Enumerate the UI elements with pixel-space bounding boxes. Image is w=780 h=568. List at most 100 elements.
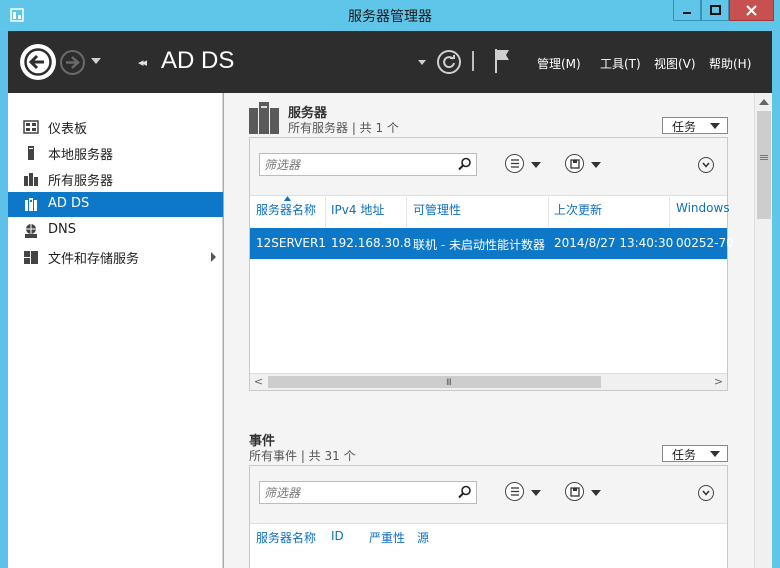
sidebar-item-label: 本地服务器 xyxy=(48,148,114,163)
scroll-right-icon[interactable]: > xyxy=(710,375,727,389)
search-icon[interactable] xyxy=(458,157,472,171)
file-storage-icon xyxy=(24,251,38,264)
close-button[interactable] xyxy=(729,0,774,21)
column-header-id[interactable]: ID xyxy=(331,529,344,543)
table-row[interactable]: 12SERVER1 192.168.30.8 联机 - 未启动性能计数器 201… xyxy=(250,228,734,259)
window-frame-right xyxy=(772,31,780,568)
breadcrumb-arrows: ◂◂ xyxy=(138,56,147,69)
sidebar-item-label: 文件和存储服务 xyxy=(48,252,140,267)
main-content: 服务器 所有服务器 | 共 1 个 任务 服务器 xyxy=(224,93,754,568)
sidebar-item-all-servers[interactable]: 所有服务器 xyxy=(8,166,223,191)
cell-windows: 00252-70 xyxy=(676,236,734,250)
vertical-scrollbar[interactable] xyxy=(754,93,772,568)
app-header: ◂◂ AD DS 管理(M) 工具(T) 视图(V) 帮助(H) xyxy=(8,31,772,93)
servers-save-query-button[interactable] xyxy=(565,154,584,173)
column-divider xyxy=(548,197,549,227)
events-panel: 服务器名称 ID 严重性 源 xyxy=(249,465,728,568)
servers-panel: 服务器名称 IPv4 地址 可管理性 上次更新 Windows 12SERVER… xyxy=(249,137,734,391)
scroll-grip: III xyxy=(446,378,452,388)
scroll-thumb[interactable]: III xyxy=(268,376,601,388)
dropdown-arrow-icon xyxy=(710,451,720,457)
title-bar: 服务器管理器 xyxy=(0,0,780,31)
back-button[interactable] xyxy=(20,44,56,80)
column-header-severity[interactable]: 严重性 xyxy=(369,529,405,546)
list-options-dropdown-icon[interactable] xyxy=(531,162,541,168)
forward-button[interactable] xyxy=(60,50,85,75)
events-collapse-button[interactable] xyxy=(698,485,714,501)
dashboard-icon xyxy=(23,120,39,134)
servers-filter-input[interactable] xyxy=(260,154,450,175)
local-server-icon xyxy=(28,146,34,160)
sidebar-item-dns[interactable]: DNS xyxy=(8,218,223,243)
column-header-source[interactable]: 源 xyxy=(417,529,429,546)
maximize-icon xyxy=(709,5,721,15)
scroll-up-icon[interactable] xyxy=(759,99,769,105)
horizontal-scrollbar[interactable]: < III > xyxy=(250,373,727,390)
maximize-button[interactable] xyxy=(701,0,729,21)
dns-icon xyxy=(25,224,37,238)
cell-server-name: 12SERVER1 xyxy=(256,236,326,250)
menu-help[interactable]: 帮助(H) xyxy=(709,55,751,72)
cell-manageability: 联机 - 未启动性能计数器 xyxy=(413,238,545,252)
chevron-down-icon xyxy=(702,162,710,168)
sidebar-item-file-storage[interactable]: 文件和存储服务 xyxy=(8,244,223,269)
column-header-server-name[interactable]: 服务器名称 xyxy=(256,529,316,546)
cell-last-update: 2014/8/27 13:40:30 xyxy=(554,236,674,250)
dropdown-arrow-icon xyxy=(710,123,720,129)
column-header-ipv4[interactable]: IPv4 地址 xyxy=(331,201,384,218)
breadcrumb-dropdown-icon[interactable] xyxy=(418,60,426,65)
column-divider xyxy=(669,197,670,227)
cell-ipv4: 192.168.30.8 xyxy=(331,236,412,250)
menu-view[interactable]: 视图(V) xyxy=(654,55,696,72)
events-save-query-button[interactable] xyxy=(565,482,584,501)
list-icon xyxy=(510,159,519,168)
refresh-button[interactable] xyxy=(437,50,461,74)
all-servers-icon xyxy=(24,173,38,186)
close-icon xyxy=(746,4,757,16)
sidebar-item-label: DNS xyxy=(48,222,76,237)
header-divider xyxy=(472,51,474,71)
servers-collapse-button[interactable] xyxy=(698,157,714,173)
ad-ds-icon xyxy=(25,198,37,211)
events-section-subtitle: 所有事件 | 共 31 个 xyxy=(249,449,356,463)
save-icon xyxy=(569,158,580,169)
list-icon xyxy=(510,487,519,496)
notifications-flag-icon[interactable] xyxy=(493,48,511,74)
column-header-manageability[interactable]: 可管理性 xyxy=(413,201,461,218)
save-query-dropdown-icon[interactable] xyxy=(591,490,601,496)
servers-filter[interactable] xyxy=(259,153,477,176)
tasks-label: 任务 xyxy=(672,448,697,462)
list-options-dropdown-icon[interactable] xyxy=(531,490,541,496)
sidebar-item-dashboard[interactable]: 仪表板 xyxy=(8,114,223,139)
scroll-thumb[interactable] xyxy=(757,111,771,219)
chevron-down-icon xyxy=(702,490,710,496)
column-divider xyxy=(406,197,407,227)
history-dropdown-icon[interactable] xyxy=(91,58,101,64)
events-filter-input[interactable] xyxy=(260,482,450,503)
menu-manage[interactable]: 管理(M) xyxy=(537,55,581,72)
servers-list-options-button[interactable] xyxy=(505,154,524,173)
column-header-server-name[interactable]: 服务器名称 xyxy=(256,201,316,218)
scroll-grip-icon xyxy=(760,155,768,156)
scroll-left-icon[interactable]: < xyxy=(250,375,267,389)
window-title: 服务器管理器 xyxy=(348,9,432,25)
events-list-options-button[interactable] xyxy=(505,482,524,501)
save-icon xyxy=(569,486,580,497)
sidebar-item-label: AD DS xyxy=(48,196,90,211)
expand-arrow-icon[interactable] xyxy=(211,252,216,262)
sidebar-item-local-server[interactable]: 本地服务器 xyxy=(8,140,223,165)
save-query-dropdown-icon[interactable] xyxy=(591,162,601,168)
events-tasks-dropdown[interactable]: 任务 xyxy=(662,445,728,462)
servers-section-icon xyxy=(249,102,279,134)
column-header-last-update[interactable]: 上次更新 xyxy=(554,201,602,218)
minimize-button[interactable] xyxy=(673,0,701,21)
forward-arrow-icon xyxy=(66,56,80,69)
servers-toolbar xyxy=(250,138,727,196)
tasks-label: 任务 xyxy=(672,120,697,134)
events-filter[interactable] xyxy=(259,481,477,504)
menu-tools[interactable]: 工具(T) xyxy=(600,55,641,72)
search-icon[interactable] xyxy=(458,485,472,499)
servers-tasks-dropdown[interactable]: 任务 xyxy=(662,117,728,134)
column-header-windows[interactable]: Windows xyxy=(676,201,730,215)
sidebar-item-ad-ds[interactable]: AD DS xyxy=(8,192,223,217)
